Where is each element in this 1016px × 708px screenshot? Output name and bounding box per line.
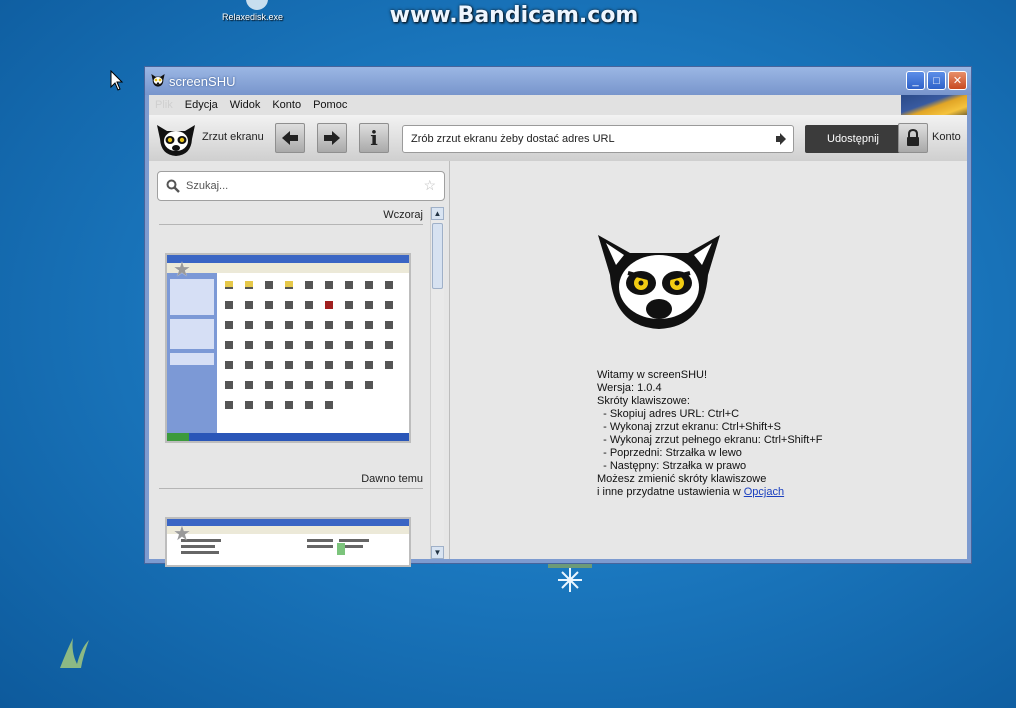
- share-button[interactable]: Udostępnij: [805, 125, 901, 153]
- lock-icon: [907, 129, 919, 146]
- welcome-line: - Wykonaj zrzut ekranu: Ctrl+Shift+S: [597, 421, 781, 433]
- desktop-flower-decoration: [548, 562, 592, 592]
- screenshot-thumbnail[interactable]: ★: [165, 253, 411, 443]
- scroll-down-icon[interactable]: ▼: [431, 546, 444, 559]
- search-icon: [166, 179, 180, 193]
- welcome-line: - Następny: Strzałka w prawo: [597, 460, 747, 472]
- menu-edit[interactable]: Edycja: [185, 99, 218, 111]
- history-scrollbar[interactable]: ▲ ▼: [430, 207, 444, 559]
- app-window: screenSHU _ □ ✕ Plik Edycja Widok Konto …: [144, 66, 972, 567]
- forward-button[interactable]: [317, 123, 347, 153]
- url-field-text: Zrób zrzut ekranu żeby dostać adres URL: [411, 133, 615, 145]
- menu-bar: Plik Edycja Widok Konto Pomoc: [149, 95, 967, 115]
- close-button[interactable]: ✕: [948, 71, 967, 90]
- preview-panel: Witamy w screenSHU! Wersja: 1.0.4 Skróty…: [450, 161, 967, 559]
- options-link[interactable]: Opcjach: [744, 486, 784, 498]
- screenshot-preview-image: [167, 255, 409, 441]
- welcome-line: - Wykonaj zrzut pełnego ekranu: Ctrl+Shi…: [597, 434, 823, 446]
- search-placeholder: Szukaj...: [186, 180, 229, 192]
- section-header-yesterday: Wczoraj: [159, 209, 423, 225]
- info-button[interactable]: i: [359, 123, 389, 153]
- window-title: screenSHU: [169, 74, 236, 89]
- desktop-icon-label: Relaxedisk.exe: [222, 12, 284, 22]
- star-icon[interactable]: ☆: [423, 177, 436, 194]
- menu-banner-image: [901, 95, 967, 115]
- screenshot-thumbnail[interactable]: ★: [165, 517, 411, 567]
- star-icon[interactable]: ★: [173, 257, 191, 282]
- welcome-line: - Poprzedni: Strzałka w lewo: [597, 447, 742, 459]
- section-header-long-ago: Dawno temu: [159, 473, 423, 489]
- mouse-cursor-icon: [110, 70, 124, 91]
- history-panel: Szukaj... ☆ Wczoraj ★ Dawno temu ★ ▲ ▼: [149, 161, 450, 567]
- scrollbar-thumb[interactable]: [432, 223, 443, 289]
- desktop-grass-decoration: [60, 638, 89, 668]
- scroll-up-icon[interactable]: ▲: [431, 207, 444, 220]
- welcome-line: Możesz zmienić skróty klawiszowe: [597, 473, 767, 485]
- window-client-area: Plik Edycja Widok Konto Pomoc Zrzut ekra…: [149, 95, 967, 567]
- capture-lemur-icon[interactable]: [155, 123, 197, 157]
- welcome-text: Witamy w screenSHU! Wersja: 1.0.4 Skróty…: [597, 369, 823, 499]
- maximize-button[interactable]: □: [927, 71, 946, 90]
- info-icon: i: [370, 126, 378, 150]
- welcome-line-last: i inne przydatne ustawienia w Opcjach: [597, 486, 823, 499]
- arrow-left-icon: [282, 131, 298, 145]
- desktop-icon-image: [246, 0, 268, 10]
- screenshot-preview-image: [167, 519, 409, 565]
- menu-help[interactable]: Pomoc: [313, 99, 347, 111]
- toolbar: Zrzut ekranu i Zrób zrzut ekranu żeby do…: [149, 115, 967, 162]
- menu-file[interactable]: Plik: [155, 99, 173, 111]
- star-icon[interactable]: ★: [173, 521, 191, 546]
- menu-view[interactable]: Widok: [230, 99, 261, 111]
- url-field[interactable]: Zrób zrzut ekranu żeby dostać adres URL: [402, 125, 794, 153]
- arrow-right-small-icon[interactable]: [775, 132, 787, 146]
- menu-account[interactable]: Konto: [272, 99, 301, 111]
- welcome-line: Skróty klawiszowe:: [597, 395, 690, 407]
- back-button[interactable]: [275, 123, 305, 153]
- welcome-line: Witamy w screenSHU!: [597, 369, 708, 381]
- account-label[interactable]: Konto: [932, 131, 961, 143]
- search-input[interactable]: Szukaj... ☆: [157, 171, 445, 201]
- welcome-line: - Skopiuj adres URL: Ctrl+C: [597, 408, 740, 420]
- title-bar[interactable]: screenSHU _ □ ✕: [145, 67, 971, 95]
- recording-watermark: www.Bandicam.com: [389, 3, 639, 28]
- lemur-icon: [151, 74, 165, 87]
- arrow-right-icon: [324, 131, 340, 145]
- welcome-line-prefix: i inne przydatne ustawienia w: [597, 486, 744, 498]
- welcome-line: Wersja: 1.0.4: [597, 382, 662, 394]
- minimize-button[interactable]: _: [906, 71, 925, 90]
- account-button[interactable]: [898, 123, 928, 153]
- lemur-logo-icon: [598, 235, 720, 329]
- capture-label[interactable]: Zrzut ekranu: [202, 131, 264, 143]
